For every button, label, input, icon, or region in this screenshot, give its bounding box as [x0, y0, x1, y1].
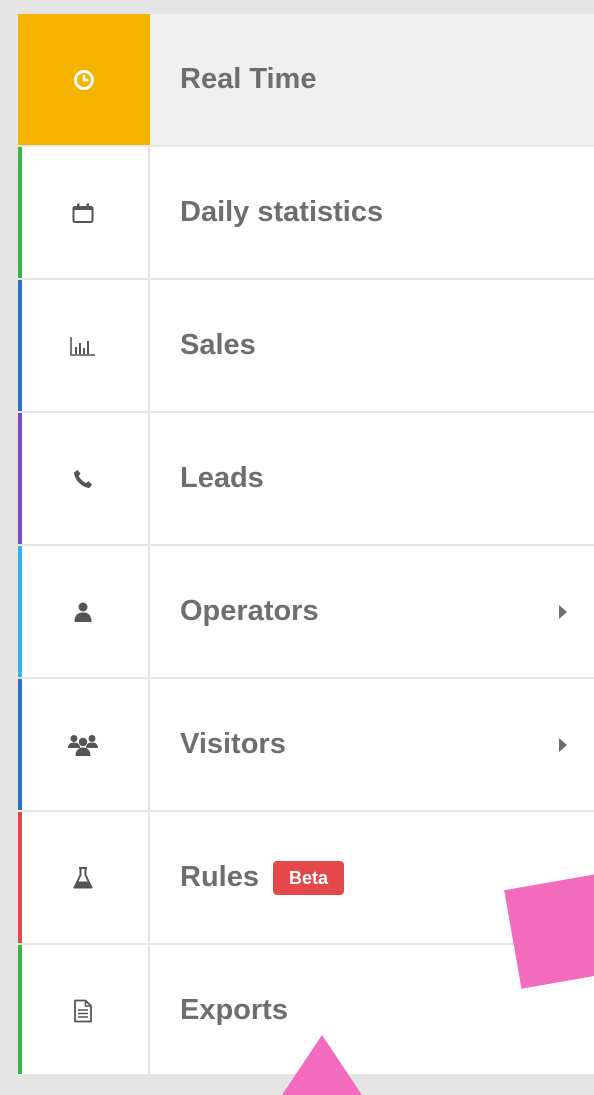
icon-cell	[18, 945, 150, 1074]
icon-cell	[18, 280, 150, 411]
menu-item-real-time[interactable]: Real Time	[18, 14, 594, 147]
icon-cell	[18, 546, 150, 677]
accent-bar	[18, 147, 22, 278]
users-icon	[68, 733, 98, 757]
beta-badge: Beta	[272, 860, 344, 895]
user-icon	[71, 600, 95, 624]
accent-bar	[18, 945, 22, 1074]
menu-item-label: Daily statistics	[180, 196, 384, 228]
menu-item-leads[interactable]: Leads	[18, 413, 594, 546]
icon-cell	[18, 812, 150, 943]
phone-icon	[71, 467, 95, 491]
icon-cell	[18, 413, 150, 544]
menu-item-daily-statistics[interactable]: Daily statistics	[18, 147, 594, 280]
menu-item-rules[interactable]: Rules Beta	[18, 812, 594, 945]
icon-cell	[18, 679, 150, 810]
menu-item-visitors[interactable]: Visitors	[18, 679, 594, 812]
calendar-icon	[71, 201, 95, 225]
chevron-right-icon[interactable]	[558, 737, 568, 758]
chevron-right-icon[interactable]	[558, 604, 568, 625]
accent-bar	[18, 413, 22, 544]
accent-bar	[18, 679, 22, 810]
menu-item-label: Real Time	[180, 63, 317, 95]
document-icon	[73, 999, 93, 1023]
menu-item-label: Exports	[180, 994, 288, 1026]
menu-item-operators[interactable]: Operators	[18, 546, 594, 679]
menu-item-sales[interactable]: Sales	[18, 280, 594, 413]
menu-item-label-text: Rules	[180, 861, 259, 893]
menu-item-label: Rules Beta	[180, 860, 344, 895]
menu-item-label: Sales	[180, 329, 256, 361]
flask-icon	[72, 866, 94, 890]
menu-item-label: Operators	[180, 595, 319, 627]
sticky-note-triangle	[282, 1035, 362, 1095]
menu-item-label: Visitors	[180, 728, 286, 760]
accent-bar	[18, 546, 22, 677]
menu-item-label: Leads	[180, 462, 264, 494]
accent-bar	[18, 812, 22, 943]
clock-icon	[72, 68, 96, 92]
bar-chart-icon	[69, 335, 97, 357]
accent-bar	[18, 280, 22, 411]
icon-cell	[18, 14, 150, 145]
sticky-note-shape	[504, 871, 594, 989]
icon-cell	[18, 147, 150, 278]
